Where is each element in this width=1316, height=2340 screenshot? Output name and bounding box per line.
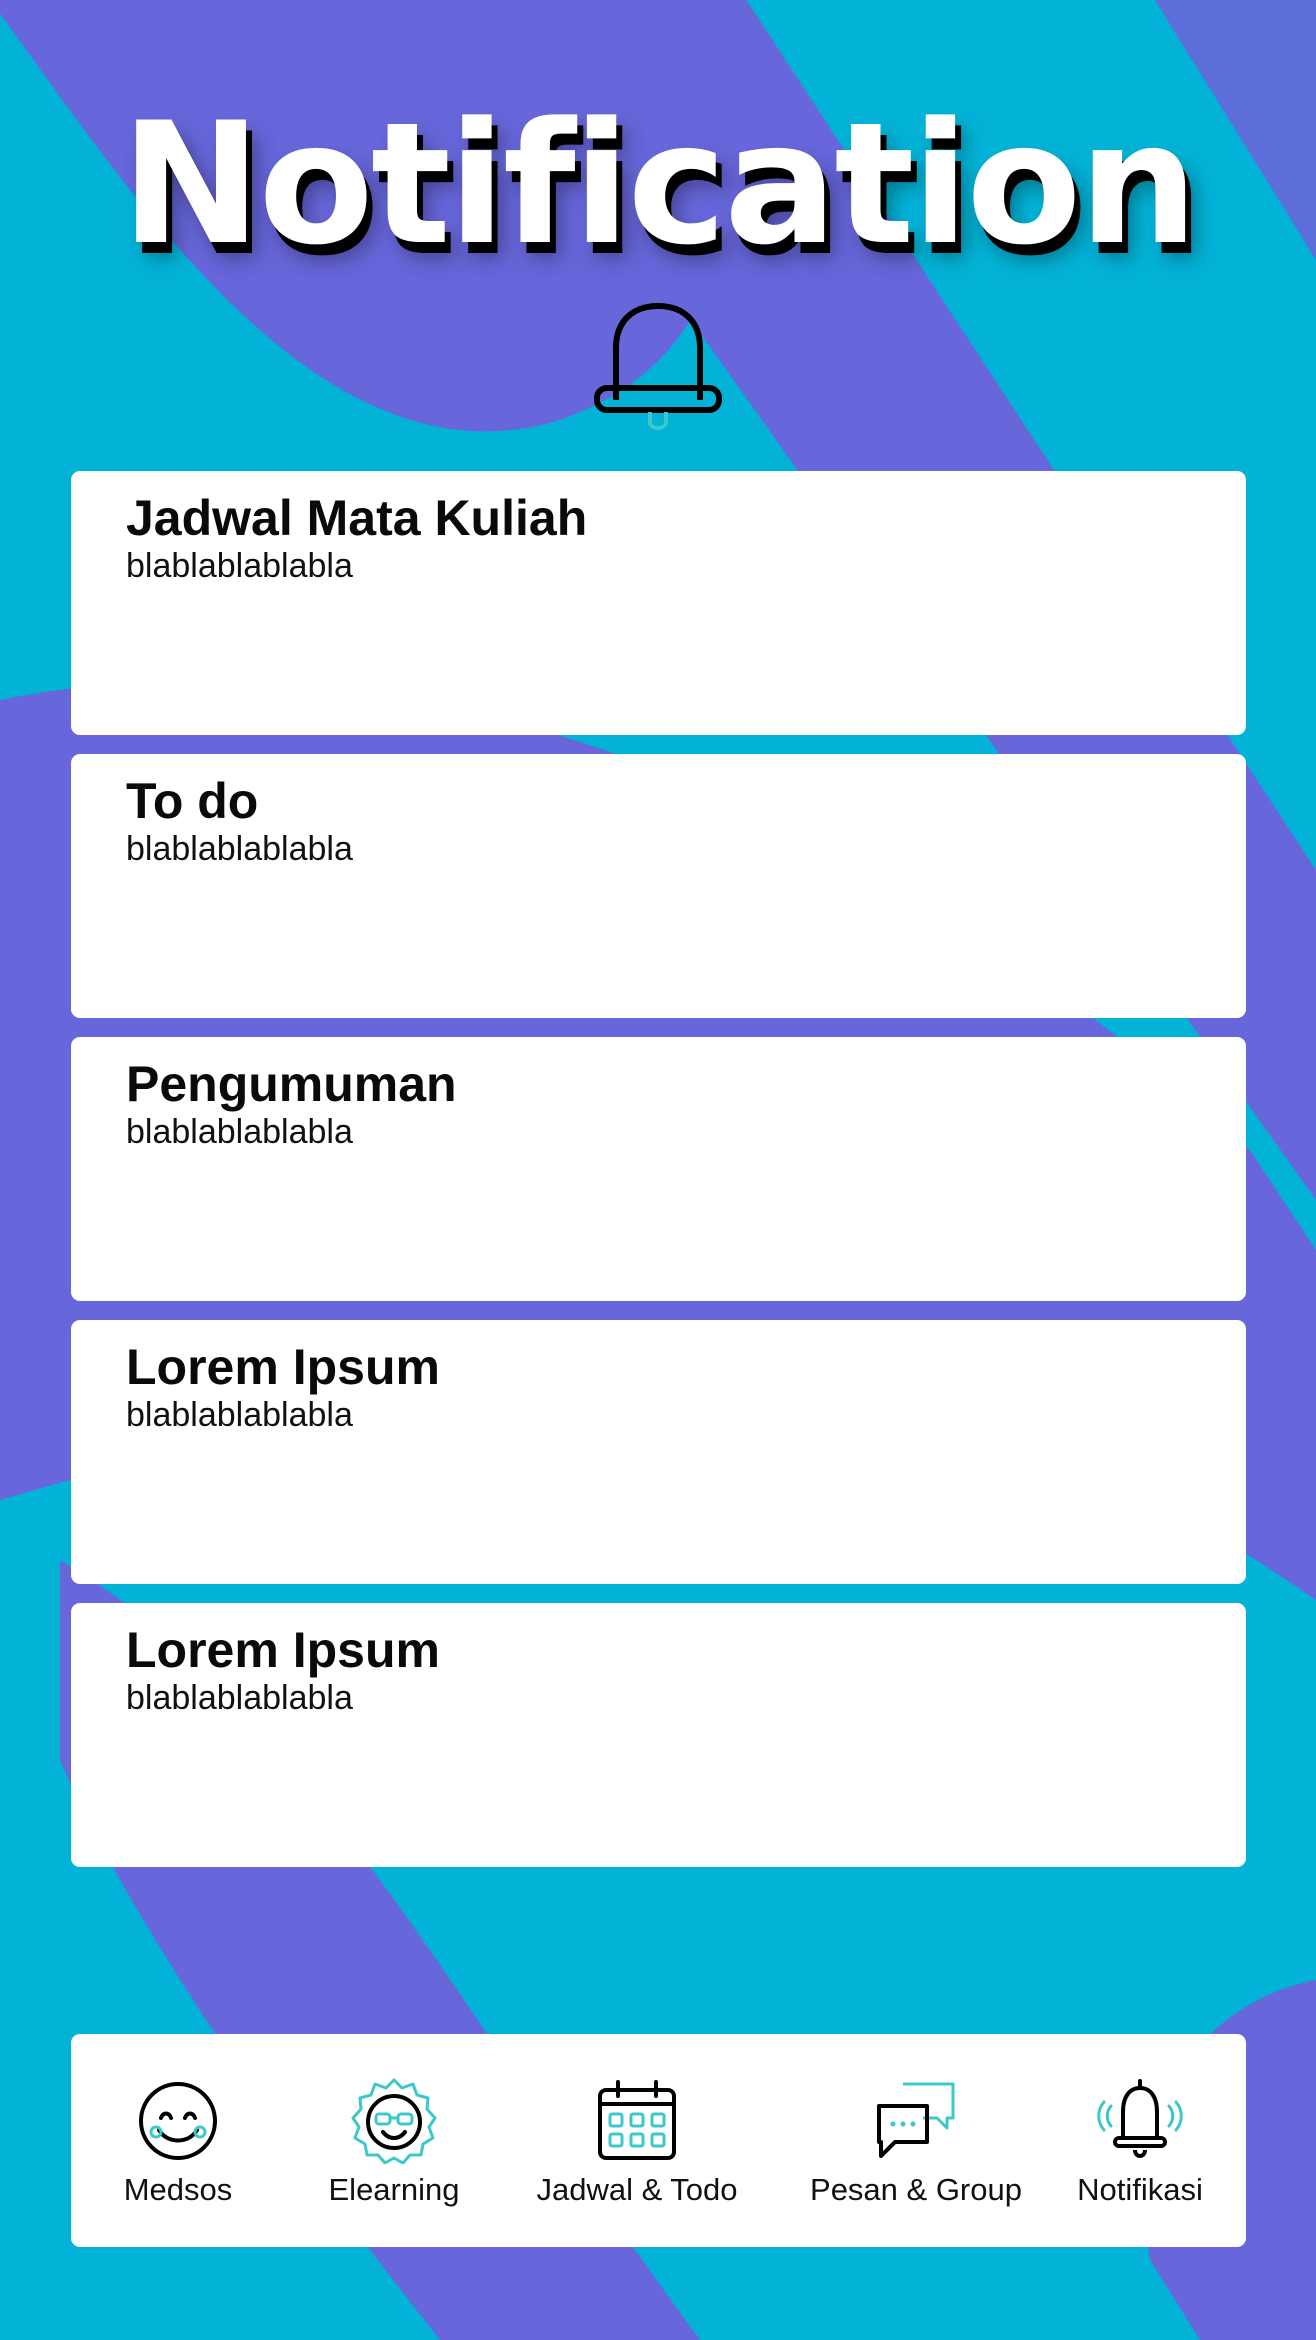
nav-item-notifikasi[interactable]: Notifikasi xyxy=(1065,2034,1215,2247)
nav-label: Medsos xyxy=(123,2172,233,2207)
notification-card-lorem-2[interactable]: Lorem Ipsum blablablablabla xyxy=(71,1603,1246,1867)
notification-title: To do xyxy=(126,773,259,829)
nav-label: Notifikasi xyxy=(1077,2172,1203,2207)
page-title: Notification xyxy=(120,86,1198,282)
nav-item-pesan-group[interactable]: Pesan & Group xyxy=(806,2034,1026,2247)
bottom-navigation-bar: Medsos Elearning Jadwal & Todo Pesan & G… xyxy=(71,2034,1246,2247)
smiley-face-icon xyxy=(139,2082,217,2160)
notification-card-pengumuman[interactable]: Pengumuman blablablablabla xyxy=(71,1037,1246,1301)
nav-item-elearning[interactable]: Elearning xyxy=(319,2034,469,2247)
notification-title: Pengumuman xyxy=(126,1056,457,1112)
nav-label: Pesan & Group xyxy=(810,2172,1022,2207)
notification-body: blablablablabla xyxy=(126,1113,353,1151)
notification-card-lorem-1[interactable]: Lorem Ipsum blablablablabla xyxy=(71,1320,1246,1584)
notification-body: blablablablabla xyxy=(126,830,353,868)
notification-body: blablablablabla xyxy=(126,1396,353,1434)
chat-bubbles-icon xyxy=(877,2082,955,2158)
notification-card-todo[interactable]: To do blablablablabla xyxy=(71,754,1246,1018)
calendar-icon xyxy=(598,2080,676,2160)
notification-title: Jadwal Mata Kuliah xyxy=(126,490,588,546)
bell-icon xyxy=(594,303,722,430)
notification-card-jadwal[interactable]: Jadwal Mata Kuliah blablablablabla xyxy=(71,471,1246,735)
notification-body: blablablablabla xyxy=(126,547,353,585)
nav-item-jadwal-todo[interactable]: Jadwal & Todo xyxy=(527,2034,747,2247)
notification-body: blablablablabla xyxy=(126,1679,353,1717)
nav-item-medsos[interactable]: Medsos xyxy=(103,2034,253,2247)
notification-title: Lorem Ipsum xyxy=(126,1622,440,1678)
cool-face-badge-icon xyxy=(351,2078,437,2164)
nav-label: Elearning xyxy=(328,2172,460,2207)
ringing-bell-icon xyxy=(1097,2079,1183,2158)
nav-label: Jadwal & Todo xyxy=(536,2172,738,2207)
notification-title: Lorem Ipsum xyxy=(126,1339,440,1395)
